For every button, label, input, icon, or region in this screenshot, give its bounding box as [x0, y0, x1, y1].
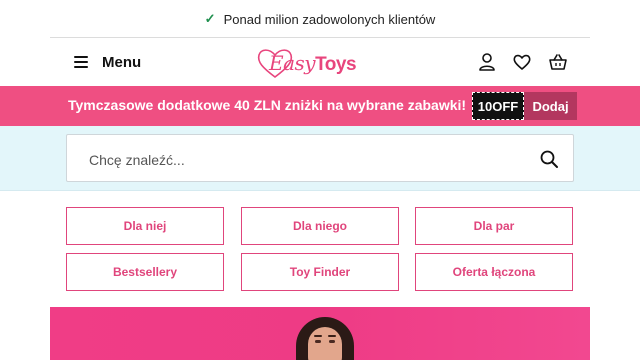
trust-message: Ponad milion zadowolonych klientów — [223, 11, 436, 27]
heart-icon[interactable] — [512, 52, 532, 72]
promo-text: Tymczasowe dodatkowe 40 ZLN zniżki na wy… — [68, 97, 467, 113]
category-button-dla-par[interactable]: Dla par — [415, 207, 573, 245]
search-input[interactable] — [87, 148, 511, 172]
menu-label: Menu — [102, 53, 142, 71]
promo-bar: Tymczasowe dodatkowe 40 ZLN zniżki na wy… — [0, 86, 640, 126]
check-icon: ✓ — [204, 11, 216, 26]
category-button-dla-niej[interactable]: Dla niej — [66, 207, 224, 245]
logo-text-easy: Easy — [269, 51, 316, 75]
user-icon[interactable] — [477, 52, 497, 72]
site-header: Menu EasyToys — [0, 38, 640, 86]
search-box — [66, 134, 574, 182]
category-button-oferta-laczona[interactable]: Oferta łączona — [415, 253, 573, 291]
category-button-dla-niego[interactable]: Dla niego — [241, 207, 399, 245]
basket-icon[interactable] — [548, 52, 568, 72]
hamburger-icon — [74, 56, 88, 68]
search-band — [0, 126, 640, 191]
search-icon[interactable] — [539, 149, 559, 169]
promo-add-button[interactable]: Dodaj — [524, 92, 577, 120]
logo-text-toys: Toys — [315, 54, 357, 75]
category-button-bestsellery[interactable]: Bestsellery — [66, 253, 224, 291]
category-button-toy-finder[interactable]: Toy Finder — [241, 253, 399, 291]
logo[interactable]: EasyToys — [255, 46, 357, 80]
promo-code[interactable]: 10OFF — [472, 92, 524, 120]
hero-banner[interactable] — [50, 307, 590, 360]
menu-button[interactable]: Menu — [74, 51, 141, 73]
trust-bar: ✓ Ponad milion zadowolonych klientów — [0, 0, 640, 38]
